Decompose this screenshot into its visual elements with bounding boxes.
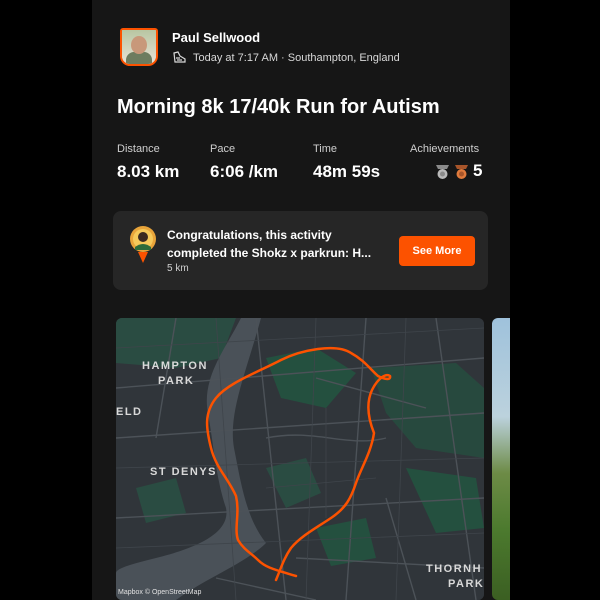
stat-time-value: 48m 59s (313, 162, 381, 181)
stat-distance-value: 8.03 km (117, 162, 180, 181)
stat-distance: Distance 8.03 km (117, 143, 179, 182)
map-label-park-2: PARK (448, 578, 484, 590)
challenge-distance: 5 km (167, 263, 189, 274)
map-attribution[interactable]: Mapbox © OpenStreetMap (118, 589, 201, 596)
activity-panel: Paul Sellwood Today at 7:17 AM · Southam… (92, 0, 510, 600)
map-label-thornhill: THORNH (426, 563, 483, 575)
stat-achievements-label: Achievements (410, 143, 480, 155)
avatar-head (131, 36, 147, 54)
challenge-message: Congratulations, this activity completed… (167, 226, 399, 262)
activity-meta: Today at 7:17 AM · Southampton, England (172, 51, 400, 64)
bronze-medal-icon (455, 164, 468, 179)
stat-pace-value: 6:06 /km (210, 162, 279, 181)
route-map[interactable]: HAMPTON PARK ELD ST DENYS THORNH PARK Ma… (116, 318, 484, 600)
avatar-body (126, 52, 152, 64)
map-label-eld: ELD (116, 406, 143, 418)
athlete-name[interactable]: Paul Sellwood (172, 30, 260, 45)
activity-title: Morning 8k 17/40k Run for Autism (117, 96, 440, 118)
silver-medal-icon (436, 164, 449, 179)
challenge-card[interactable]: Congratulations, this activity completed… (113, 211, 488, 290)
stat-pace-label: Pace (210, 143, 236, 155)
map-label-st-denys: ST DENYS (150, 466, 218, 478)
challenge-message-line2: completed the Shokz x parkrun: H... (167, 246, 372, 260)
stat-time-label: Time (313, 143, 338, 155)
activity-photo[interactable] (492, 318, 510, 600)
map-label-park: PARK (158, 375, 195, 387)
parkrun-badge-icon (130, 226, 156, 263)
stat-achievements[interactable]: Achievements 5 (410, 143, 482, 181)
shoe-icon (173, 51, 186, 63)
map-label-hampton: HAMPTON (142, 360, 208, 372)
stat-pace: Pace 6:06 /km (210, 143, 278, 182)
challenge-message-line1: Congratulations, this activity (167, 228, 332, 242)
achievements-count: 5 (473, 161, 483, 180)
stat-time: Time 48m 59s (313, 143, 380, 182)
activity-meta-text: Today at 7:17 AM · Southampton, England (193, 51, 400, 64)
avatar[interactable] (120, 28, 158, 66)
see-more-button[interactable]: See More (399, 236, 475, 266)
stat-distance-label: Distance (117, 143, 160, 155)
